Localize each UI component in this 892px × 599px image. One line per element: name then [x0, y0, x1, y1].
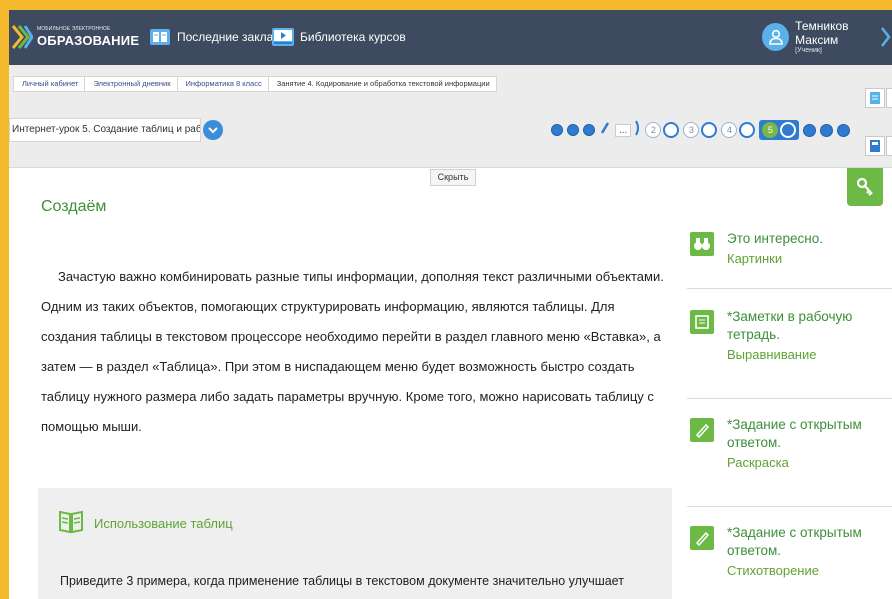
next-page-icon[interactable] [820, 123, 834, 137]
sidebar-item-title: Это интересно. [727, 231, 824, 246]
first-page-icon[interactable] [551, 124, 563, 136]
lesson-dropdown-value: Интернет-урок 5. Создание таблиц и работ… [9, 118, 202, 142]
page-item-5-active[interactable]: 5 [759, 120, 800, 140]
key-button[interactable] [847, 168, 883, 206]
sidebar-item-notes[interactable]: *Заметки в рабочую тетрадь. Выравнивание [687, 308, 892, 399]
page-item-4[interactable]: 4 [721, 121, 756, 139]
course-library-icon [271, 26, 295, 48]
sidebar-item-interesting[interactable]: Это интересно. Картинки [687, 230, 892, 289]
breadcrumb: Личный кабинет Электронный дневник Инфор… [13, 76, 497, 92]
lesson-content: Скрыть Создаём Зачастую важно комбиниров… [9, 168, 684, 599]
document-icon[interactable] [865, 88, 885, 108]
task-title: Использование таблиц [94, 516, 233, 531]
nav-course-library-label: Библиотека курсов [300, 30, 406, 44]
lesson-dropdown[interactable]: Интернет-урок 5. Создание таблиц и работ… [9, 118, 223, 142]
pencil-icon [690, 418, 714, 442]
breadcrumb-item-course[interactable]: Информатика 8 класс [176, 76, 269, 92]
key-icon [856, 177, 873, 196]
logo-small-text: МОБИЛЬНОЕ ЭЛЕКТРОННОЕ [37, 26, 111, 32]
hide-button[interactable]: Скрыть [430, 169, 476, 186]
bookmarks-icon [148, 26, 172, 48]
task-card: Использование таблиц Приведите 3 примера… [38, 488, 672, 599]
lesson-pager: ... 2 3 4 5 [549, 118, 852, 142]
logo-mark-icon [11, 24, 34, 50]
sidebar-item-subtitle: Картинки [727, 251, 783, 266]
right-toolbar [862, 65, 892, 167]
glossary-icon[interactable] [886, 136, 892, 156]
sidebar-item-open-task-1[interactable]: *Задание с открытым ответом. Раскраска [687, 416, 892, 507]
section-title: Создаём [41, 198, 107, 215]
last-page-icon[interactable] [837, 123, 851, 137]
sidebar-item-title: *Задание с открытым ответом. [727, 525, 862, 558]
sidebar-item-subtitle: Стихотворение [727, 563, 819, 578]
sidebar-item-subtitle: Раскраска [727, 455, 789, 470]
chevron-down-icon[interactable] [203, 120, 223, 140]
logo-title: ОБРАЗОВАНИЕ [37, 33, 140, 48]
avatar [762, 23, 790, 51]
app-window: МОБИЛЬНОЕ ЭЛЕКТРОННОЕ ОБРАЗОВАНИЕ Послед… [9, 10, 892, 599]
user-profile[interactable]: Темников Максим [Ученик] [762, 20, 892, 54]
sidebar-item-title: *Заметки в рабочую тетрадь. [727, 309, 853, 342]
user-name: Темников Максим [795, 19, 849, 47]
chevron-right-icon[interactable] [879, 24, 892, 50]
pencil-icon [690, 526, 714, 550]
nav-course-library[interactable]: Библиотека курсов [271, 24, 406, 50]
breadcrumb-item-diary[interactable]: Электронный дневник [84, 76, 178, 92]
calculator-icon[interactable] [865, 136, 885, 156]
task-text: Приведите 3 примера, когда применение та… [60, 574, 624, 588]
user-icon [768, 29, 783, 45]
sidebar-item-open-task-2[interactable]: *Задание с открытым ответом. Стихотворен… [687, 524, 892, 599]
breadcrumb-item-lesson: Занятие 4. Кодирование и обработка текст… [267, 76, 497, 92]
notes-icon[interactable] [886, 88, 892, 108]
next-dot-icon[interactable] [803, 123, 817, 137]
sidebar-item-title: *Задание с открытым ответом. [727, 417, 862, 450]
page-item-2[interactable]: 2 [645, 121, 680, 139]
top-navbar: МОБИЛЬНОЕ ЭЛЕКТРОННОЕ ОБРАЗОВАНИЕ Послед… [9, 10, 892, 65]
breadcrumb-item-cabinet[interactable]: Личный кабинет [13, 76, 86, 92]
pencil-small-icon[interactable] [600, 121, 610, 140]
lesson-paragraph: Зачастую важно комбинировать разные типы… [41, 269, 664, 434]
pager-ellipsis[interactable]: ... [615, 123, 632, 137]
prev-page-icon[interactable] [567, 124, 579, 136]
bracket-icon [635, 120, 641, 141]
sidebar-item-subtitle: Выравнивание [727, 347, 817, 362]
notebook-icon [58, 508, 84, 539]
lesson-toolbar: Личный кабинет Электронный дневник Инфор… [9, 65, 892, 168]
play-icon[interactable] [583, 124, 595, 136]
logo[interactable]: МОБИЛЬНОЕ ЭЛЕКТРОННОЕ ОБРАЗОВАНИЕ [11, 20, 139, 54]
notebook-icon [690, 310, 714, 334]
page-item-3[interactable]: 3 [683, 121, 718, 139]
sidebar: Это интересно. Картинки *Заметки в рабоч… [684, 168, 892, 599]
binoculars-icon [690, 232, 714, 256]
user-role: [Ученик] [795, 46, 822, 54]
